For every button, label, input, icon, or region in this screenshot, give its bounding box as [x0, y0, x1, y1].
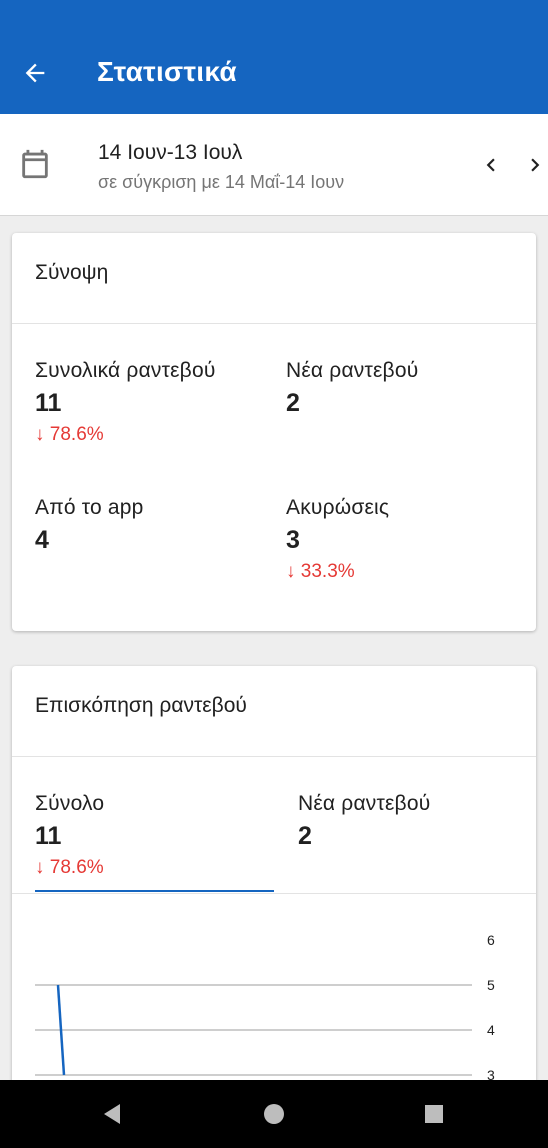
date-range-bar: 14 Ιουν-13 Ιουλ σε σύγκριση με 14 Μαΐ-14… [0, 114, 548, 216]
metric-cancellations: Ακυρώσεις 3 ↓ 33.3% [286, 496, 389, 583]
chevron-right-icon [531, 158, 540, 172]
metric-label: Από το app [35, 496, 144, 519]
tab-label: Νέα ραντεβού [298, 792, 431, 815]
divider [12, 323, 536, 324]
back-button[interactable] [20, 58, 50, 88]
selected-tab-indicator [35, 890, 274, 892]
metric-new-appointments: Νέα ραντεβού 2 [286, 359, 418, 418]
divider [12, 893, 536, 894]
tab-total[interactable]: Σύνολο 11 ↓ 78.6% [35, 792, 104, 879]
y-tick-label: 6 [487, 932, 495, 948]
square-recents-icon [425, 1105, 443, 1123]
metric-label: Ακυρώσεις [286, 496, 390, 519]
previous-period-button[interactable] [478, 152, 504, 178]
y-tick-label: 5 [487, 977, 495, 993]
metric-value: 4 [35, 526, 49, 554]
summary-title: Σύνοψη [35, 261, 109, 284]
tab-new-appointments[interactable]: Νέα ραντεβού 2 [298, 792, 430, 851]
divider [12, 756, 536, 757]
chevron-left-icon [486, 158, 495, 172]
tab-label: Σύνολο [35, 792, 105, 815]
metric-label: Συνολικά ραντεβού [35, 359, 216, 382]
appointments-overview-card: Επισκόπηση ραντεβού Σύνολο 11 ↓ 78.6% Νέ… [12, 666, 536, 1146]
calendar-button[interactable] [18, 146, 52, 182]
metric-label: Νέα ραντεβού [286, 359, 419, 382]
metric-total-appointments: Συνολικά ραντεβού 11 ↓ 78.6% [35, 359, 216, 446]
nav-home-button[interactable] [260, 1100, 288, 1128]
metric-delta: ↓ 33.3% [286, 561, 355, 582]
circle-home-icon [264, 1104, 284, 1124]
metric-delta: ↓ 78.6% [35, 424, 104, 445]
metric-from-app: Από το app 4 [35, 496, 144, 555]
metric-value: 2 [286, 389, 300, 417]
app-bar: Στατιστικά [0, 0, 548, 114]
summary-card: Σύνοψη Συνολικά ραντεβού 11 ↓ 78.6% Νέα … [12, 233, 536, 631]
tab-value: 2 [298, 822, 312, 850]
metric-value: 11 [35, 389, 62, 417]
arrow-left-icon [25, 63, 45, 83]
tab-value: 11 [35, 822, 62, 850]
metric-value: 3 [286, 526, 300, 554]
triangle-back-icon [104, 1104, 120, 1124]
overview-title: Επισκόπηση ραντεβού [35, 694, 247, 717]
tab-delta: ↓ 78.6% [35, 857, 104, 878]
date-range-label[interactable]: 14 Ιουν-13 Ιουλ [98, 141, 242, 165]
page-title: Στατιστικά [97, 56, 237, 87]
next-period-button[interactable] [522, 152, 548, 178]
calendar-icon [22, 149, 48, 179]
y-tick-label: 4 [487, 1022, 495, 1038]
nav-back-button[interactable] [98, 1100, 126, 1128]
comparison-range-label: σε σύγκριση με 14 Μαΐ-14 Ιουν [98, 172, 345, 192]
nav-recents-button[interactable] [420, 1100, 448, 1128]
system-navigation-bar [0, 1080, 548, 1148]
